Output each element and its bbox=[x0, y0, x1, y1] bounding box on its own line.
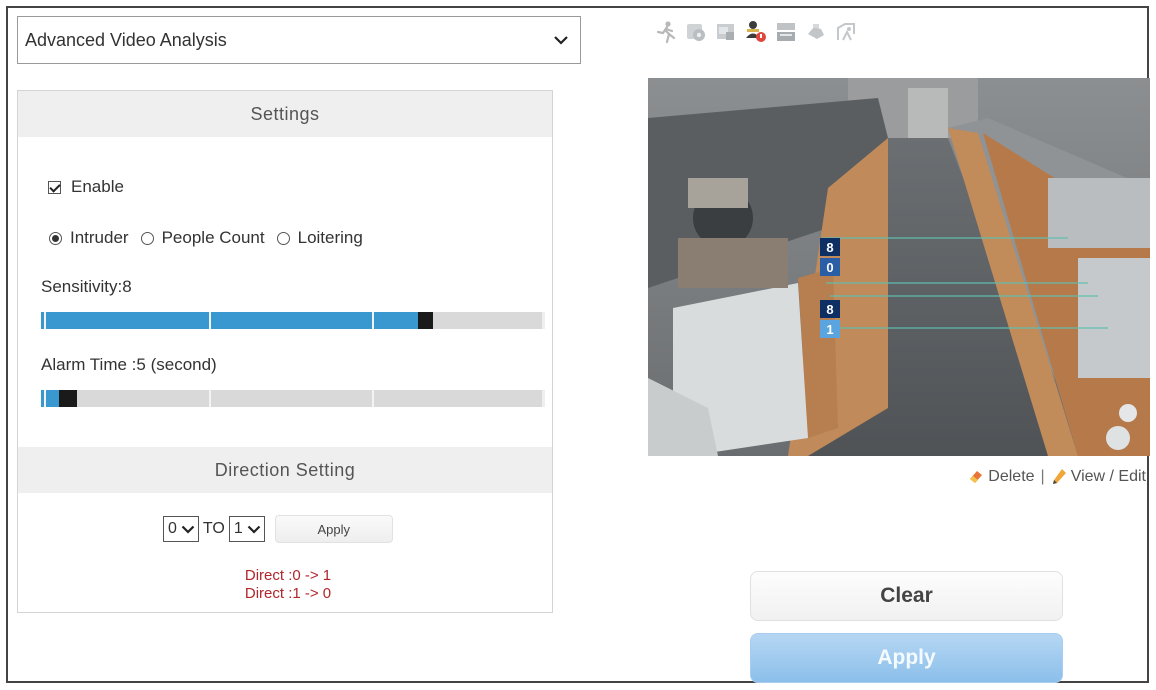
enable-row: Enable bbox=[48, 177, 124, 197]
line-label: 8 bbox=[826, 302, 833, 317]
direction-setting-header: Direction Setting bbox=[18, 447, 552, 493]
camera-settings-icon[interactable] bbox=[684, 18, 708, 46]
chevron-down-icon bbox=[181, 525, 195, 534]
pencil-icon bbox=[1051, 468, 1067, 486]
settings-panel: Settings Enable Intruder People Count Lo… bbox=[17, 90, 553, 613]
direction-apply-button[interactable]: Apply bbox=[274, 515, 393, 543]
direction-to-value: 1 bbox=[233, 520, 243, 537]
sensitivity-slider[interactable] bbox=[41, 312, 545, 329]
line-label: 0 bbox=[826, 260, 833, 275]
region-actions: Delete | View / Edit bbox=[968, 468, 1146, 486]
alarm-time-label: Alarm Time :5 (second) bbox=[41, 355, 217, 374]
person-alert-icon[interactable] bbox=[744, 18, 768, 46]
sensitivity-slider-thumb[interactable] bbox=[418, 312, 433, 329]
direction-controls: 0 TO 1 Apply bbox=[163, 515, 393, 543]
settings-header: Settings bbox=[18, 91, 552, 137]
apply-button[interactable]: Apply bbox=[750, 633, 1063, 683]
image-icon[interactable] bbox=[714, 18, 738, 46]
radio-loitering-label: Loitering bbox=[297, 228, 363, 247]
delete-label: Delete bbox=[988, 468, 1035, 485]
radio-people-count-label: People Count bbox=[161, 228, 265, 247]
camera-live-view[interactable]: 8 0 8 1 bbox=[648, 78, 1150, 456]
direction-to-select[interactable]: 1 bbox=[228, 516, 265, 542]
radio-people-count[interactable] bbox=[140, 231, 154, 245]
direction-list-item: Direct :1 -> 0 bbox=[244, 585, 332, 602]
enable-checkbox[interactable] bbox=[48, 180, 61, 194]
analysis-toolbar bbox=[654, 18, 858, 46]
direction-to-label: TO bbox=[202, 520, 225, 537]
alarm-time-slider-thumb[interactable] bbox=[59, 390, 77, 407]
loitering-icon[interactable] bbox=[834, 18, 858, 46]
counter-icon[interactable] bbox=[774, 18, 798, 46]
chevron-down-icon bbox=[247, 525, 261, 534]
clear-button[interactable]: Clear bbox=[750, 571, 1063, 621]
enable-label: Enable bbox=[71, 177, 124, 196]
sensitivity-label: Sensitivity:8 bbox=[41, 277, 132, 296]
direction-list: Direct :0 -> 1 Direct :1 -> 0 bbox=[208, 567, 368, 603]
chevron-down-icon bbox=[552, 31, 570, 49]
eraser-icon bbox=[968, 469, 984, 485]
radio-loitering[interactable] bbox=[276, 231, 290, 245]
analysis-mode-select[interactable]: Advanced Video Analysis bbox=[17, 16, 581, 64]
view-edit-link[interactable]: View / Edit bbox=[1051, 468, 1146, 486]
line-label: 1 bbox=[826, 322, 833, 337]
view-edit-label: View / Edit bbox=[1070, 468, 1146, 485]
radio-intruder[interactable] bbox=[49, 231, 62, 245]
delete-link[interactable]: Delete bbox=[968, 468, 1035, 486]
mode-radio-group: Intruder People Count Loitering bbox=[49, 228, 375, 248]
direction-from-value: 0 bbox=[168, 520, 177, 537]
separator: | bbox=[1040, 468, 1045, 485]
line-label: 8 bbox=[826, 240, 833, 255]
analysis-mode-value: Advanced Video Analysis bbox=[25, 29, 227, 50]
running-person-icon[interactable] bbox=[654, 18, 678, 46]
alarm-time-slider[interactable] bbox=[41, 390, 545, 407]
hand-icon[interactable] bbox=[804, 18, 828, 46]
radio-intruder-label: Intruder bbox=[70, 228, 129, 247]
direction-from-select[interactable]: 0 bbox=[163, 516, 199, 542]
direction-list-item: Direct :0 -> 1 bbox=[244, 567, 332, 584]
